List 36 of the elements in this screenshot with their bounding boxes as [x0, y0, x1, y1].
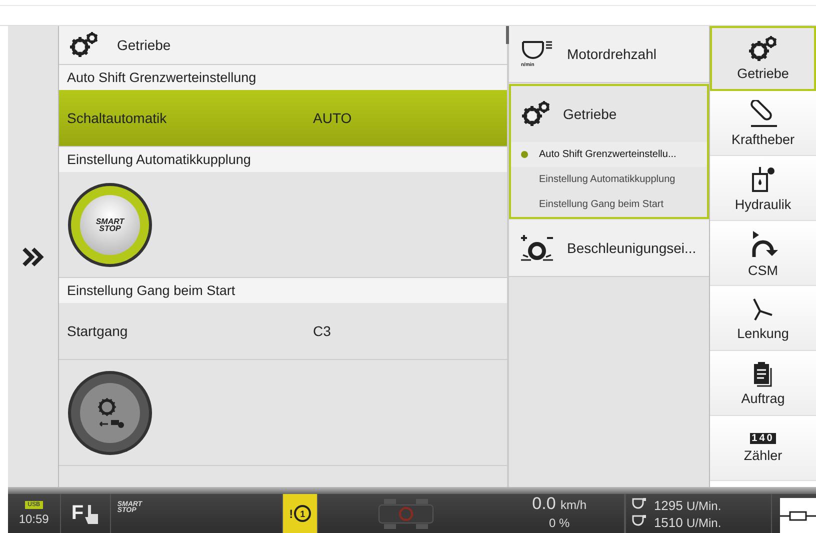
scrollbar[interactable] [506, 26, 509, 44]
submenu-subitem[interactable]: Einstellung Gang beim Start [511, 192, 707, 217]
wheel-plus-minus-icon [519, 233, 555, 263]
setting-label: Startgang [66, 323, 129, 339]
section-heading: Auto Shift Grenzwerteinstellung [59, 65, 507, 90]
panel-title: Getriebe [117, 37, 171, 53]
function-key-label: F [71, 502, 84, 525]
gears-icon [521, 101, 551, 127]
brake-warning-indicator: ! 1 [283, 494, 318, 533]
hand-pointer-icon[interactable] [84, 502, 100, 524]
oil-tank-icon [750, 164, 776, 192]
section-heading: Einstellung Automatikkupplung [59, 147, 507, 172]
slip-reading: 0 % [549, 515, 570, 532]
clipboard-icon [752, 360, 774, 386]
submenu-subitem[interactable]: Einstellung Automatikkupplung [511, 167, 707, 192]
section-heading: Einstellung Gang beim Start [59, 278, 507, 303]
rpm-reading: 1510 U/Min. [654, 514, 722, 530]
setting-value: AUTO [313, 110, 352, 126]
parking-brake-drawing [376, 496, 436, 530]
speed-reading: 0.0 km/h [532, 495, 587, 514]
submenu-item[interactable]: Beschleunigungsei... [509, 220, 709, 277]
setting-value: C3 [313, 323, 331, 339]
hitch-cylinder-icon [780, 510, 816, 522]
lift-arm-icon [748, 100, 778, 128]
gears-icon [69, 32, 99, 58]
submenu-item[interactable]: Getriebe [511, 86, 707, 142]
clock-time: 10:59 [18, 512, 49, 526]
smart-stop-button[interactable]: SMART STOP [68, 182, 152, 266]
counter-icon: 140 [750, 433, 776, 444]
gears-icon [748, 36, 778, 62]
submenu-subitem[interactable]: Auto Shift Grenzwerteinstellu... [511, 142, 707, 167]
nav-tab[interactable]: Getriebe [710, 26, 816, 91]
setting-row[interactable]: Schaltautomatik AUTO [59, 90, 507, 147]
setting-label: Schaltautomatik [66, 110, 168, 126]
expand-chevrons-icon[interactable] [22, 246, 44, 266]
rpm-reading: 1295 U/Min. [654, 498, 722, 512]
